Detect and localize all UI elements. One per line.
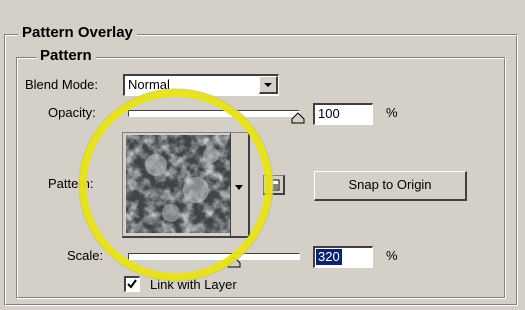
- blend-mode-label: Blend Mode:: [25, 77, 98, 92]
- scale-value: 320: [316, 249, 342, 265]
- pattern-dropdown-icon[interactable]: [232, 181, 248, 193]
- scale-unit: %: [386, 248, 398, 263]
- pattern-picker[interactable]: [122, 132, 250, 238]
- checkmark-icon: [127, 279, 137, 289]
- pattern-swatch-image: [126, 135, 230, 233]
- new-preset-button[interactable]: [263, 175, 285, 195]
- blend-mode-dropdown-button[interactable]: [259, 76, 278, 94]
- link-with-layer-checkbox[interactable]: [124, 276, 140, 292]
- blend-mode-value: Normal: [128, 77, 170, 92]
- opacity-slider-track[interactable]: [128, 110, 300, 117]
- opacity-field[interactable]: 100: [313, 103, 373, 125]
- new-preset-icon: [267, 179, 280, 191]
- opacity-value: 100: [318, 106, 340, 121]
- blend-mode-select[interactable]: Normal: [123, 74, 279, 96]
- pattern-group-title: Pattern: [36, 47, 96, 65]
- scale-label: Scale:: [67, 248, 104, 263]
- pattern-label: Pattern:: [48, 176, 94, 191]
- link-with-layer-label: Link with Layer: [150, 277, 237, 292]
- pattern-picker-divider: [230, 133, 231, 236]
- scale-slider-track[interactable]: [128, 253, 300, 260]
- snap-to-origin-button[interactable]: Snap to Origin: [314, 171, 467, 201]
- opacity-slider-handle[interactable]: [291, 112, 305, 124]
- snap-to-origin-label: Snap to Origin: [348, 177, 432, 192]
- opacity-unit: %: [386, 105, 398, 120]
- opacity-label: Opacity:: [48, 105, 96, 120]
- pattern-overlay-title: Pattern Overlay: [18, 24, 137, 42]
- scale-field[interactable]: 320: [313, 246, 373, 268]
- chevron-down-icon: [264, 83, 272, 87]
- scale-slider-handle[interactable]: [227, 256, 241, 268]
